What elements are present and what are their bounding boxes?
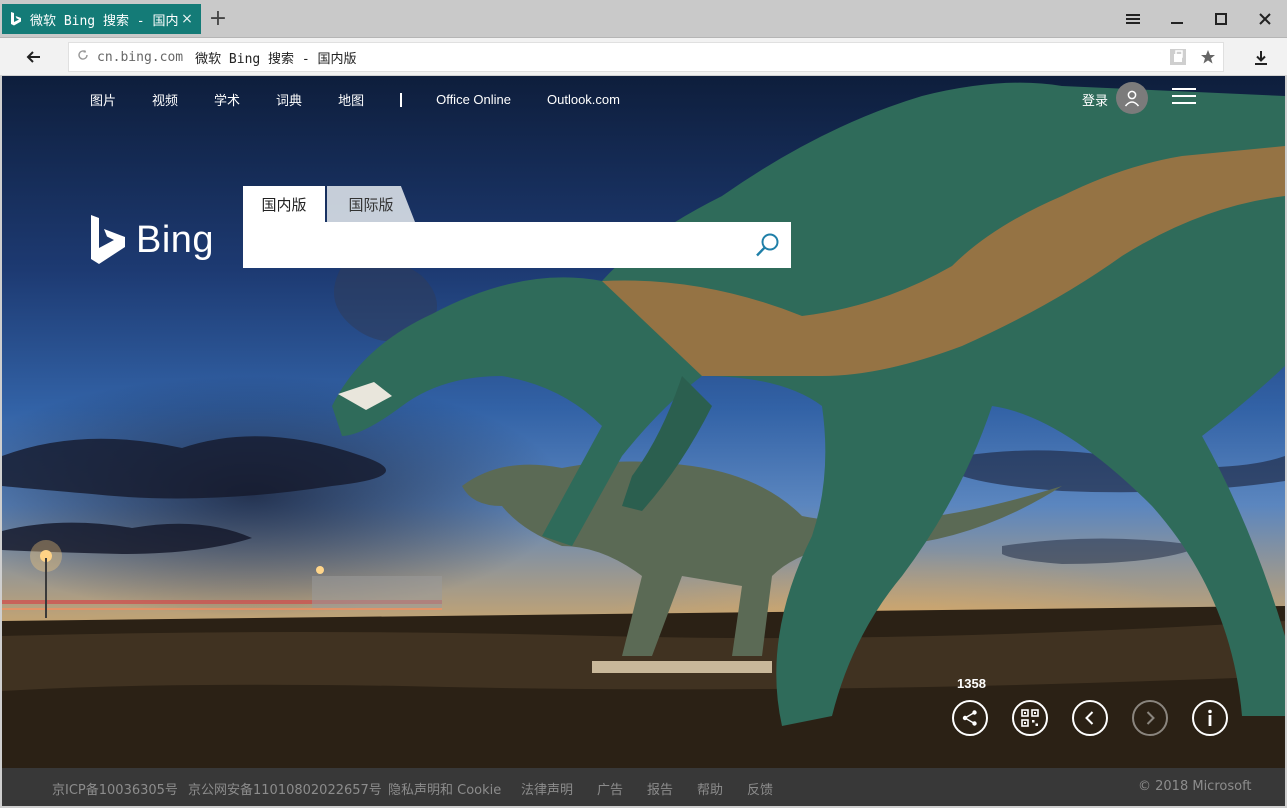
qr-code-icon: [1021, 709, 1039, 727]
maximize-icon[interactable]: [1199, 0, 1243, 38]
star-icon[interactable]: [1193, 43, 1223, 71]
bing-b-logo-icon: [91, 215, 125, 264]
chevron-left-icon: [1085, 711, 1094, 725]
hamburger-menu-icon[interactable]: [1172, 88, 1196, 106]
footer-report[interactable]: 报告: [647, 779, 673, 798]
bing-logo[interactable]: Bing: [90, 214, 214, 266]
search-input[interactable]: [243, 223, 745, 267]
footer-privacy-cookie[interactable]: 隐私声明和 Cookie: [388, 779, 501, 798]
footer-copyright: © 2018 Microsoft: [1138, 779, 1252, 794]
new-tab-button[interactable]: +: [206, 6, 230, 32]
browser-toolbar: cn.bing.com 微软 Bing 搜索 - 国内版: [0, 38, 1287, 76]
footer-feedback[interactable]: 反馈: [747, 779, 773, 798]
tab-title: 微软 Bing 搜索 - 国内版: [30, 13, 179, 29]
back-button[interactable]: [18, 44, 48, 70]
nav-link-office-online[interactable]: Office Online: [436, 92, 511, 107]
copy-icon[interactable]: [1163, 43, 1193, 71]
info-icon: [1208, 709, 1212, 726]
footer-help[interactable]: 帮助: [697, 779, 723, 798]
nav-link-videos[interactable]: 视频: [152, 90, 178, 109]
share-count: 1358: [957, 676, 986, 691]
background-photo: [2, 82, 1285, 768]
address-bar[interactable]: cn.bing.com 微软 Bing 搜索 - 国内版: [68, 42, 1224, 72]
back-arrow-icon: [26, 51, 40, 63]
nav-link-images[interactable]: 图片: [90, 90, 116, 109]
page-footer: 京ICP备10036305号 京公网安备11010802022657号 隐私声明…: [2, 768, 1285, 806]
tab-bar: 微软 Bing 搜索 - 国内版 × +: [0, 0, 1287, 38]
window-controls: [1111, 0, 1287, 38]
chevron-right-icon: [1146, 711, 1155, 725]
user-avatar-icon[interactable]: [1116, 82, 1148, 114]
address-domain: cn.bing.com: [97, 49, 184, 65]
tab-close-icon[interactable]: ×: [179, 11, 195, 27]
footer-legal[interactable]: 法律声明: [521, 779, 573, 798]
footer-police-record[interactable]: 京公网安备11010802022657号: [188, 779, 382, 798]
search-button[interactable]: [745, 222, 791, 268]
browser-tab-active[interactable]: 微软 Bing 搜索 - 国内版 ×: [2, 4, 201, 34]
top-navigation: 图片 视频 学术 词典 地图 Office Online Outlook.com…: [2, 76, 1285, 122]
nav-link-maps[interactable]: 地图: [338, 90, 364, 109]
download-icon: [1255, 51, 1267, 65]
previous-image-button[interactable]: [1072, 700, 1108, 736]
menu-icon[interactable]: [1111, 0, 1155, 38]
nav-link-academic[interactable]: 学术: [214, 90, 240, 109]
search-icon: [756, 233, 779, 257]
tab-domestic[interactable]: 国内版: [243, 186, 325, 222]
minimize-icon[interactable]: [1155, 0, 1199, 38]
nav-link-outlook[interactable]: Outlook.com: [547, 92, 620, 107]
next-image-button[interactable]: [1132, 700, 1168, 736]
share-icon: [962, 710, 977, 726]
nav-link-dictionary[interactable]: 词典: [276, 90, 302, 109]
login-link[interactable]: 登录: [1082, 90, 1108, 109]
footer-icp[interactable]: 京ICP备10036305号: [52, 779, 178, 798]
tab-international[interactable]: 国际版: [327, 186, 415, 222]
address-page-title: 微软 Bing 搜索 - 国内版: [195, 51, 357, 67]
search-box: [243, 222, 791, 268]
close-window-icon[interactable]: [1243, 0, 1287, 38]
bing-favicon-icon: [8, 11, 24, 27]
footer-ads[interactable]: 广告: [597, 779, 623, 798]
download-button[interactable]: [1249, 46, 1273, 70]
share-button[interactable]: [952, 700, 988, 736]
window-frame-left: [0, 76, 2, 808]
nav-divider: [400, 92, 403, 107]
bing-homepage: 图片 视频 学术 词典 地图 Office Online Outlook.com…: [2, 76, 1285, 768]
qr-code-button[interactable]: [1012, 700, 1048, 736]
bing-wordmark: Bing: [136, 218, 215, 261]
info-button[interactable]: [1192, 700, 1228, 736]
reload-icon[interactable]: [69, 49, 97, 65]
